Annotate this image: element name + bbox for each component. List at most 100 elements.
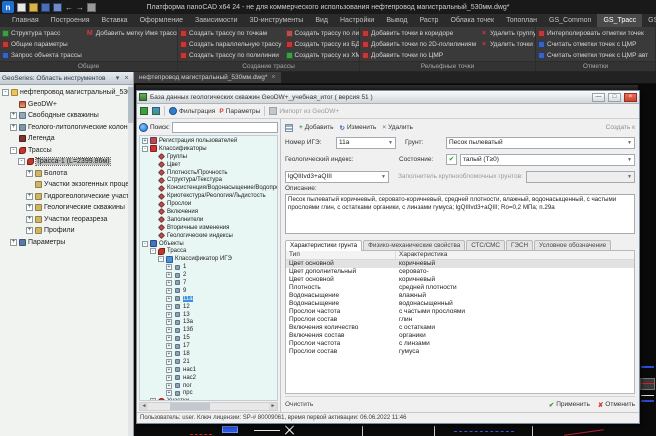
palette-tree-item[interactable]: +Геолого-литологические колонки (0, 122, 133, 134)
expander-icon[interactable]: + (166, 359, 172, 365)
tree-plant-icon[interactable] (140, 107, 148, 115)
cancel-button[interactable]: ✘Отменить (598, 401, 635, 409)
palette-tree-item[interactable]: +Гидрогеологические участки (0, 191, 133, 203)
expander-icon[interactable]: - (142, 241, 148, 247)
expander-icon[interactable]: + (166, 390, 172, 396)
pin-icon[interactable]: ▾ (113, 74, 122, 82)
table-row[interactable]: Включения количествос остатками (286, 324, 634, 332)
document-tab[interactable]: нефтепровод магистральный_530мм.dwg* × (134, 72, 281, 83)
dialog-tree-item[interactable]: +2 (140, 271, 277, 279)
ribbon-button[interactable]: Создать трассу из XML-файла (286, 50, 360, 61)
dialog-titlebar[interactable]: База данных геологических скважин GeoDW+… (137, 91, 639, 104)
expander-icon[interactable]: + (26, 170, 33, 177)
state-select[interactable]: талый (Т≥0)▼ (460, 154, 635, 166)
dialog-tree-item[interactable]: -Объекты (140, 240, 277, 248)
palette-tree-item[interactable]: GeoDW+ (0, 99, 133, 111)
ribbon-tab-Вставка[interactable]: Вставка (96, 14, 134, 27)
scroll-left-icon[interactable]: ◄ (140, 403, 148, 410)
palette-tree-item[interactable]: -нефтепровод магистральный_530мм (0, 87, 133, 99)
drawing-grip-blue[interactable] (222, 426, 238, 433)
edit-button[interactable]: ↻Изменить (340, 124, 377, 132)
palette-tree-item[interactable]: Участки экзогенных процессов (0, 179, 133, 191)
expander-icon[interactable]: + (166, 383, 172, 389)
dialog-tree-item[interactable]: +нас2 (140, 374, 277, 382)
dialog-tree-item[interactable]: +18 (140, 350, 277, 358)
dialog-tree-item[interactable]: +17 (140, 342, 277, 350)
ribbon-button[interactable]: Добавить точки в коридоре (362, 28, 476, 39)
print-icon[interactable] (87, 3, 96, 12)
ribbon-button[interactable]: Создать параллельную трассу (180, 39, 282, 50)
dialog-tree-item[interactable]: +9 (140, 287, 277, 295)
palette-tree-item[interactable]: +Участки георазреза (0, 214, 133, 226)
dialog-tree-item[interactable]: +11а (140, 295, 277, 303)
open-folder-icon[interactable] (29, 3, 38, 12)
scroll-right-icon[interactable]: ► (269, 403, 277, 410)
expander-icon[interactable]: - (10, 147, 17, 154)
column-header-char[interactable]: Характеристика (396, 251, 634, 259)
expander-icon[interactable]: - (18, 158, 25, 165)
table-row[interactable]: Плотностьсредней плотности (286, 284, 634, 292)
ribbon-tab-Настройки[interactable]: Настройки (334, 14, 380, 27)
detail-tab[interactable]: Характеристики грунта (285, 240, 362, 251)
new-file-icon[interactable] (17, 3, 26, 12)
dialog-tree-item[interactable]: +15 (140, 334, 277, 342)
dialog-tree-item[interactable]: +13а (140, 318, 277, 326)
dialog-tree-item[interactable]: +7 (140, 279, 277, 287)
expander-icon[interactable]: + (166, 335, 172, 341)
palette-tree-item[interactable]: -Трасса-1 (L=2399.86м) (0, 156, 133, 168)
dialog-tree-item[interactable]: Плотность/Прочность (140, 169, 277, 177)
ribbon-button[interactable]: Считать отметки точек с ЦМР авт (538, 50, 648, 61)
redo-icon[interactable]: → (76, 3, 84, 12)
expander-icon[interactable]: - (2, 89, 9, 96)
dialog-tree-item[interactable]: Цвет (140, 161, 277, 169)
expander-icon[interactable]: + (26, 216, 33, 223)
expander-icon[interactable]: + (10, 112, 17, 119)
palette-scrollbar[interactable] (128, 85, 133, 436)
ribbon-button[interactable]: Считать отметки точек с ЦМР (538, 39, 648, 50)
ribbon-tab-Главная[interactable]: Главная (6, 14, 45, 27)
ribbon-button[interactable]: Интерполировать отметки точек (538, 28, 648, 39)
dialog-tree-item[interactable]: Консистенция/Водонасыщение/Водопроницаем… (140, 184, 277, 192)
expander-icon[interactable]: + (166, 264, 172, 270)
expander-icon[interactable]: + (166, 288, 172, 294)
dialog-tree-item[interactable]: Включения (140, 208, 277, 216)
parameters-button[interactable]: P Параметры (219, 108, 260, 115)
ribbon-tab-Зависимости[interactable]: Зависимости (189, 14, 243, 27)
expander-icon[interactable]: + (166, 272, 172, 278)
table-row[interactable]: Включения составорганики (286, 332, 634, 340)
dialog-tree-item[interactable]: +пог (140, 382, 277, 390)
ribbon-tab-Вид[interactable]: Вид (309, 14, 334, 27)
dialog-tree-item[interactable]: Структура/Текстура (140, 176, 277, 184)
dialog-tree-item[interactable]: +нас1 (140, 366, 277, 374)
expander-icon[interactable]: + (26, 193, 33, 200)
ribbon-button[interactable]: Структура трасс (2, 28, 82, 39)
ribbon-button[interactable]: Создать трассу из БД проекта (286, 39, 360, 50)
ribbon-button[interactable]: Создать трассу по точкам (180, 28, 282, 39)
dialog-tree-item[interactable]: +13б (140, 326, 277, 334)
ribbon-button[interactable]: Добавить точки по ЦМР (362, 50, 476, 61)
scroll-thumb[interactable] (170, 403, 210, 410)
dialog-tree-item[interactable]: Группы (140, 153, 277, 161)
detail-tab[interactable]: Условное обозначение (534, 240, 611, 250)
expander-icon[interactable]: + (166, 312, 172, 318)
undo-icon[interactable]: ← (65, 3, 73, 12)
close-icon[interactable]: × (122, 75, 131, 82)
expander-icon[interactable]: + (166, 351, 172, 357)
add-button[interactable]: +Добавить (299, 124, 334, 131)
column-header-type[interactable]: Тип (286, 251, 396, 259)
ribbon-button[interactable]: Создать трассу по полилинии (180, 50, 282, 61)
dialog-tree-item[interactable]: +Регистрация пользователей (140, 137, 277, 145)
dialog-tree-item[interactable]: Криотекстура/Реология/Льдистость (140, 192, 277, 200)
clear-button[interactable]: Очистить (285, 401, 313, 408)
dialog-tree-item[interactable]: +1 (140, 263, 277, 271)
ribbon-button[interactable]: Добавить точки по 2D-полилиниям (362, 39, 476, 50)
table-row[interactable]: Водонасыщениевлажный (286, 292, 634, 300)
detail-tab[interactable]: СТС/СМС (466, 240, 505, 250)
expander-icon[interactable]: + (166, 367, 172, 373)
apply-button[interactable]: ✔Применить (549, 401, 590, 409)
table-row[interactable]: Прослои частотас частыми прослоями (286, 308, 634, 316)
ribbon-tab-Растр[interactable]: Растр (414, 14, 445, 27)
expander-icon[interactable]: - (142, 146, 148, 152)
refresh-db-icon[interactable] (152, 107, 160, 115)
dialog-tree-item[interactable]: Прослои (140, 200, 277, 208)
